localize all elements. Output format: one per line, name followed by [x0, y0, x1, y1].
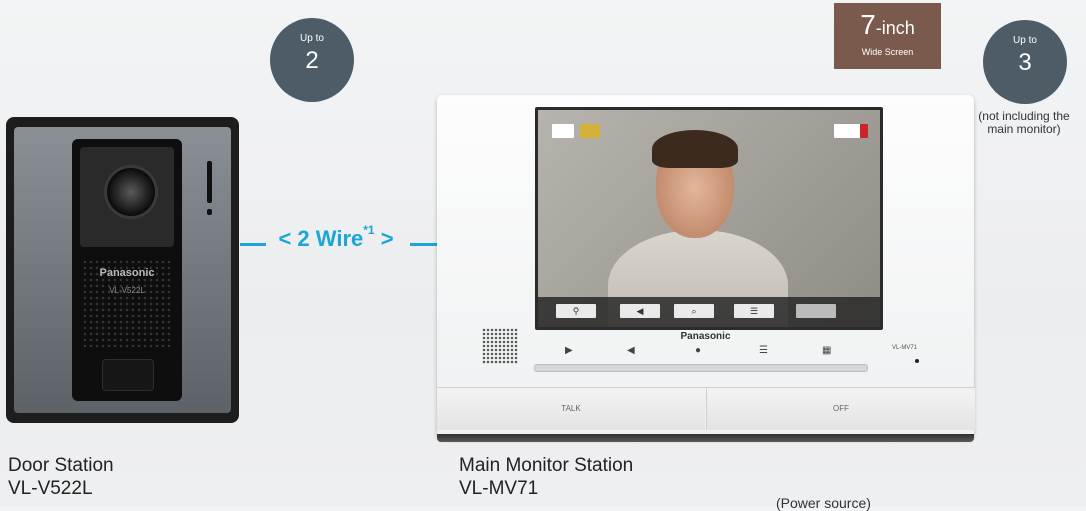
info-icon: ●: [695, 345, 702, 356]
screen-size-unit: -inch: [875, 18, 915, 38]
main-monitor-model: VL-MV71: [459, 478, 539, 499]
screen-size-badge: 7-inch Wide Screen: [834, 3, 941, 69]
monitor-count-badge: Up to 3: [983, 20, 1067, 104]
door-model-plate: VL-V522L: [109, 286, 145, 295]
volume-icon: ◀: [627, 345, 635, 356]
monitor-base-shadow: [437, 434, 974, 442]
blank-screen-button: [796, 304, 836, 318]
list-icon: ☰: [759, 345, 768, 356]
off-label: OFF: [833, 404, 849, 413]
door-station-model: VL-V522L: [8, 478, 93, 499]
image-icon: ▦: [822, 345, 832, 356]
key-icon: ⚲: [556, 304, 596, 318]
talk-label: TALK: [561, 404, 581, 413]
monitor-brand-logo: Panasonic: [680, 331, 731, 342]
monitor-model-plate: VL-MV71: [892, 345, 918, 351]
door-station-image: Panasonic VL-V522L: [6, 117, 239, 423]
door-brand-logo: Panasonic: [99, 267, 155, 279]
mute-status-icon: [834, 124, 868, 138]
record-status-icon: [580, 124, 600, 138]
off-button: OFF: [706, 388, 975, 430]
badge-count: 2: [305, 47, 319, 74]
camera-window: [80, 147, 174, 247]
wire-label: < 2 Wire*1 >: [278, 223, 394, 251]
touch-bar: [534, 364, 868, 372]
screen-menu-bar: ⚲ ◀ ⌕ ☰: [538, 297, 880, 327]
talk-button: TALK: [437, 388, 705, 430]
camera-status-icon: [552, 124, 574, 138]
door-station-title: Door Station: [8, 455, 114, 476]
play-icon: ▶: [565, 345, 573, 356]
wire-line-right: [410, 243, 438, 246]
badge-up-to-label: Up to: [300, 33, 324, 44]
screen-size-number: 7: [860, 9, 876, 40]
door-station-count-badge: Up to 2: [270, 18, 354, 102]
main-monitor-image: ⚲ ◀ ⌕ ☰ Panasonic ▶ ◀ ● ☰ ▦ VL-MV71 TALK…: [437, 95, 975, 438]
call-button: [102, 359, 154, 391]
power-source-label: (Power source): [776, 495, 871, 511]
wire-footnote: *1: [363, 223, 375, 237]
monitor-count-note: (not including the main monitor): [978, 109, 1070, 136]
power-led: [915, 359, 919, 363]
menu-icon: ☰: [734, 304, 774, 318]
zoom-icon: ⌕: [674, 304, 714, 318]
screen-size-sub: Wide Screen: [861, 47, 914, 57]
badge-count: 3: [1018, 49, 1032, 76]
main-monitor-title: Main Monitor Station: [459, 455, 634, 476]
wire-text: 2 Wire: [297, 226, 364, 251]
badge-up-to-label: Up to: [1013, 35, 1037, 46]
camera-lens-icon: [104, 165, 158, 219]
led-indicator: [207, 161, 212, 215]
monitor-screen: ⚲ ◀ ⌕ ☰: [535, 107, 883, 330]
volume-icon: ◀: [620, 304, 660, 318]
